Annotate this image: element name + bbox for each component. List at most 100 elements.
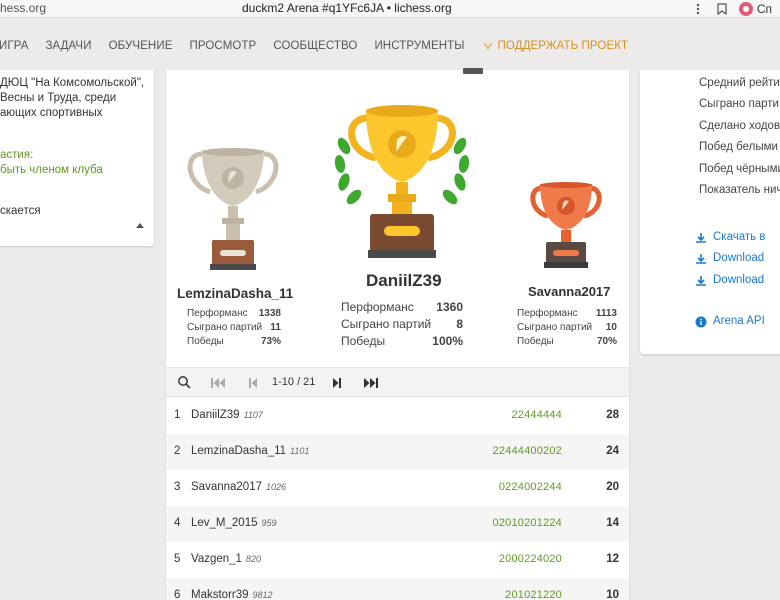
download-link-1[interactable]: Скачать в <box>696 231 765 243</box>
stat-value: 70% <box>596 336 617 347</box>
row-rank: 2 <box>174 445 181 457</box>
next-page-icon[interactable] <box>332 376 342 394</box>
collapse-caret-icon[interactable] <box>136 223 144 228</box>
standings-pager: 1-10 / 21 <box>166 367 629 397</box>
row-rating: 1026 <box>265 482 287 492</box>
standings-row[interactable]: 5 Vazgen_1 820 2000224020 12 <box>166 542 629 578</box>
panel-handle <box>463 68 483 74</box>
row-score-sheet: 201021220 <box>505 589 562 600</box>
stat-black-wins: Побед чёрными <box>699 163 780 175</box>
bookmark-icon[interactable] <box>715 2 729 16</box>
arena-api-link[interactable]: Arena API <box>695 315 765 328</box>
row-player[interactable]: Savanna2017 1026 <box>191 481 286 493</box>
nav-support[interactable]: ПОДДЕРЖАТЬ ПРОЕКТ <box>482 40 629 52</box>
row-player-name: DaniilZ39 <box>191 409 240 421</box>
stat-value: 1360 <box>436 300 463 314</box>
row-rank: 4 <box>174 517 181 529</box>
download-icon <box>696 276 706 286</box>
standings-row[interactable]: 2 LemzinaDasha_11 1101 22444400202 24 <box>166 434 629 470</box>
start-time-text: скается <box>0 205 41 217</box>
standings-row[interactable]: 4 Lev_M_2015 959 02010201224 14 <box>166 506 629 542</box>
stat-draw-rate: Показатель нич <box>699 184 780 196</box>
wings-icon <box>482 43 493 50</box>
podium-second-performance: Перформанс 1338 <box>187 308 281 319</box>
row-player[interactable]: Makstorr39 9812 <box>191 589 273 600</box>
stat-label: Перформанс <box>341 300 414 314</box>
last-page-icon[interactable] <box>363 376 379 394</box>
tournament-stats-panel: Средний рейти Сыграно парти Сделано ходо… <box>640 70 780 354</box>
row-total: 24 <box>606 445 619 457</box>
stat-value: 100% <box>432 334 463 348</box>
stat-average-rating: Средний рейти <box>699 77 780 89</box>
stat-label: Перформанс <box>187 308 248 319</box>
row-player-name: Lev_M_2015 <box>191 517 258 529</box>
stat-value: 1338 <box>258 308 281 319</box>
stat-label: Сыграно партий <box>341 317 432 331</box>
nav-community[interactable]: СООБЩЕСТВО <box>273 40 357 52</box>
page-title: duckm2 Arena #q1YFc6JA • lichess.org <box>242 1 452 15</box>
nav-learn[interactable]: ОБУЧЕНИЕ <box>109 40 173 52</box>
address-bar-text[interactable]: hess.org <box>0 1 46 15</box>
row-score-sheet: 02010201224 <box>492 517 562 529</box>
podium-first-performance: Перформанс 1360 <box>341 300 463 314</box>
row-rank: 3 <box>174 481 181 493</box>
row-score-sheet: 22444444 <box>511 409 562 421</box>
row-player-name: Vazgen_1 <box>191 553 242 565</box>
row-player-name: Makstorr39 <box>191 589 249 600</box>
row-rating: 9812 <box>252 590 273 600</box>
row-player[interactable]: LemzinaDasha_11 1101 <box>191 445 309 457</box>
browser-bar: hess.org duckm2 Arena #q1YFc6JA • liches… <box>0 0 780 18</box>
row-player-name: LemzinaDasha_11 <box>191 445 287 457</box>
row-player-name: Savanna2017 <box>191 481 262 493</box>
podium-first-wins: Победы 100% <box>341 334 463 348</box>
standings-row[interactable]: 1 DaniilZ39 1107 22444444 28 <box>166 398 629 434</box>
prev-page-icon[interactable] <box>248 376 258 394</box>
standings-row[interactable]: 6 Makstorr39 9812 201021220 10 <box>166 578 629 600</box>
profile-button[interactable]: Сп <box>738 2 772 16</box>
download-icon <box>696 254 706 264</box>
stat-value: 10 <box>605 322 617 333</box>
standings-row[interactable]: 3 Savanna2017 1026 0224002244 20 <box>166 470 629 506</box>
stat-value: 1113 <box>595 308 617 319</box>
stat-games-played: Сыграно парти <box>699 98 779 110</box>
row-score-sheet: 22444400202 <box>492 445 562 457</box>
row-player[interactable]: Lev_M_2015 959 <box>191 517 277 529</box>
standings-panel: LemzinaDasha_11 DaniilZ39 Savanna2017 Пе… <box>166 68 629 600</box>
condition-club-link[interactable]: быть членом клуба <box>0 163 103 178</box>
page-count: 1-10 / 21 <box>272 376 316 388</box>
stat-moves-played: Сделано ходов <box>699 120 780 132</box>
podium-third-wins: Победы 70% <box>517 336 617 347</box>
arena-api-label: Arena API <box>713 315 765 327</box>
podium-second-games: Сыграно партий 11 <box>187 322 281 333</box>
row-total: 14 <box>606 517 619 529</box>
nav-support-label: ПОДДЕРЖАТЬ ПРОЕКТ <box>497 40 629 52</box>
podium-third-games: Сыграно партий 10 <box>517 322 617 333</box>
row-rank: 1 <box>174 409 181 421</box>
podium-first-name[interactable]: DaniilZ39 <box>366 271 442 291</box>
more-icon[interactable] <box>691 2 705 16</box>
condition-label: астия: <box>0 149 34 161</box>
stat-label: Победы <box>341 334 386 348</box>
stat-value: 11 <box>270 322 281 333</box>
nav-puzzles[interactable]: ЗАДАЧИ <box>45 40 91 52</box>
first-page-icon[interactable] <box>210 376 226 394</box>
download-link-3[interactable]: Download <box>696 274 764 286</box>
stat-white-wins: Побед белыми <box>699 141 778 153</box>
download-link-2[interactable]: Download <box>696 252 764 264</box>
row-player[interactable]: DaniilZ39 1107 <box>191 409 263 421</box>
row-total: 12 <box>606 553 619 565</box>
nav-play[interactable]: ИГРА <box>0 40 28 52</box>
row-rating: 1107 <box>243 410 263 420</box>
nav-watch[interactable]: ПРОСМОТР <box>189 40 256 52</box>
tournament-description: ДЮЦ "На Комсомольской", Весны и Труда, с… <box>0 77 145 119</box>
stat-label: Победы <box>187 336 224 347</box>
podium-second-name[interactable]: LemzinaDasha_11 <box>177 286 293 301</box>
podium-third-name[interactable]: Savanna2017 <box>528 284 610 299</box>
site-nav: ИГРА ЗАДАЧИ ОБУЧЕНИЕ ПРОСМОТР СООБЩЕСТВО… <box>0 24 780 68</box>
row-player[interactable]: Vazgen_1 820 <box>191 553 261 565</box>
nav-tools[interactable]: ИНСТРУМЕНТЫ <box>374 40 464 52</box>
search-icon[interactable] <box>177 375 191 394</box>
podium-second-wins: Победы 73% <box>187 336 281 347</box>
podium-first-games: Сыграно партий 8 <box>341 317 463 331</box>
stat-label: Сыграно партий <box>517 322 593 333</box>
